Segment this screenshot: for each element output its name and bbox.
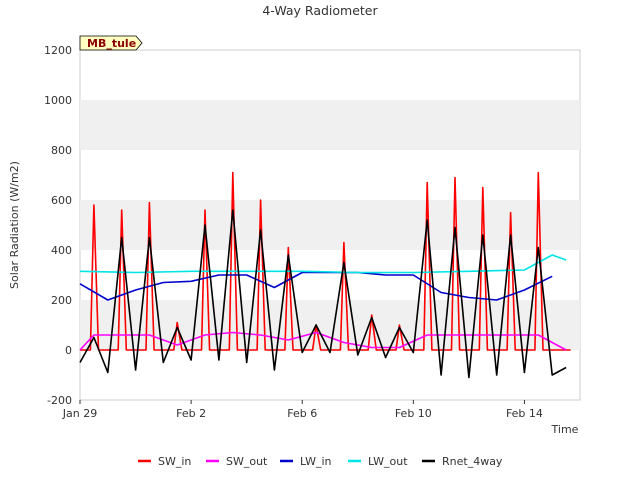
- y-tick-label: 200: [51, 294, 72, 307]
- y-tick-label: -200: [47, 394, 72, 407]
- x-tick-label: Feb 14: [506, 407, 543, 420]
- y-axis-label: Solar Radiation (W/m2): [8, 161, 21, 289]
- x-tick-label: Jan 29: [62, 407, 97, 420]
- chart-svg: 4-Way Radiometer -200 0 200 400 600 800 1000 12…: [8, 3, 581, 468]
- chart-title: 4-Way Radiometer: [262, 3, 378, 18]
- grid-band: [80, 200, 580, 250]
- y-tick-label: 1000: [44, 94, 72, 107]
- grid-band: [80, 300, 580, 350]
- grid-band: [80, 100, 580, 150]
- x-tick-label: Feb 2: [176, 407, 206, 420]
- x-axis-ticks: Jan 29 Feb 2 Feb 6 Feb 10 Feb 14: [62, 400, 543, 420]
- y-tick-label: 1200: [44, 44, 72, 57]
- y-tick-label: 400: [51, 244, 72, 257]
- legend-label: SW_in: [158, 455, 191, 468]
- annotation-badge: MB_tule: [79, 35, 143, 51]
- legend-label: LW_in: [300, 455, 332, 468]
- chart: 4-Way Radiometer -200 0 200 400 600 800 1000 12…: [0, 0, 640, 480]
- y-tick-label: 800: [51, 144, 72, 157]
- legend-label: Rnet_4way: [442, 455, 503, 468]
- y-axis-ticks: -200 0 200 400 600 800 1000 1200: [44, 44, 72, 407]
- legend-label: LW_out: [368, 455, 408, 468]
- legend-label: SW_out: [226, 455, 268, 468]
- y-tick-label: 0: [65, 344, 72, 357]
- annotation-text: MB_tule: [87, 37, 136, 50]
- legend: SW_in SW_out LW_in LW_out Rnet_4way: [138, 455, 503, 468]
- x-tick-label: Feb 6: [287, 407, 317, 420]
- y-tick-label: 600: [51, 194, 72, 207]
- x-tick-label: Feb 10: [395, 407, 432, 420]
- x-axis-label: Time: [551, 423, 579, 436]
